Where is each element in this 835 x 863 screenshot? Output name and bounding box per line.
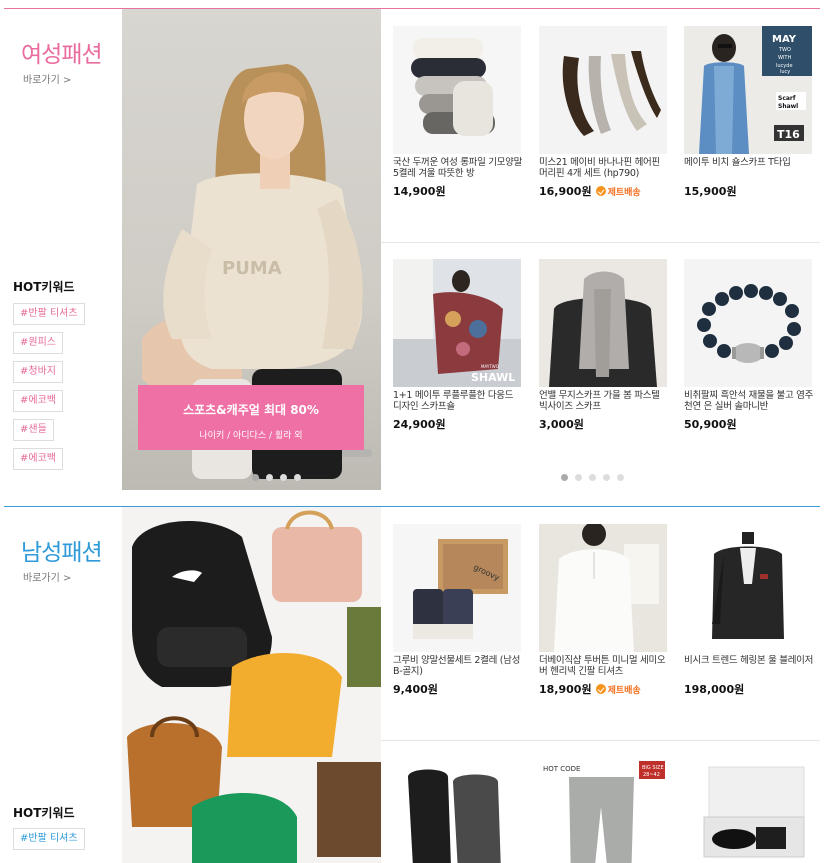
product-price: 16,900원 bbox=[539, 185, 592, 198]
row-divider bbox=[381, 242, 820, 243]
product-price: 24,900원 bbox=[393, 418, 446, 431]
product-price: 3,000원 bbox=[539, 418, 584, 431]
pagination-dot[interactable] bbox=[575, 474, 582, 481]
keyword-tag[interactable]: #원피스 bbox=[13, 332, 63, 354]
product-image bbox=[684, 524, 812, 652]
pagination-dot[interactable] bbox=[280, 474, 287, 481]
svg-text:MAYTWO: MAYTWO bbox=[481, 364, 499, 369]
promo-subtitle: 나이키 / 아디다스 / 휠라 외 bbox=[199, 431, 303, 441]
product-price: 50,900원 bbox=[684, 418, 737, 431]
product-name: 국산 두꺼운 여성 롱파일 기모양말 5켤레 겨울 따뜻한 방 bbox=[393, 157, 523, 179]
keyword-tag[interactable]: #샌들 bbox=[13, 419, 54, 441]
keyword-tag[interactable]: #청바지 bbox=[13, 361, 63, 383]
pagination-dot[interactable] bbox=[266, 474, 273, 481]
women-banner[interactable]: PUMA 스포츠&캐주얼 최대 80% 나이키 / 아디다스 / 휠라 외 bbox=[122, 9, 381, 490]
women-fashion-section: 여성패션 바로가기 > HOT키워드 #반팔 티셔츠 #원피스 #청바지 #에코… bbox=[4, 8, 820, 490]
men-keyword-list: #반팔 티셔츠 bbox=[13, 828, 85, 857]
product-image bbox=[393, 757, 521, 863]
svg-text:WITH: WITH bbox=[778, 55, 791, 61]
keyword-tag[interactable]: #에코백 bbox=[13, 448, 63, 470]
product-card[interactable]: 미스21 메이비 바나나핀 헤어핀 머리핀 4개 세트 (hp790) 16,9… bbox=[539, 26, 669, 199]
men-category-title[interactable]: 남성패션 bbox=[21, 533, 103, 567]
product-image: MAY TWO WITH lucyde lucy Scarf Shawl T16 bbox=[684, 26, 812, 154]
women-go-link[interactable]: 바로가기 > bbox=[23, 71, 71, 86]
men-product-grid: groovy 그루비 양말선물세트 2켤레 (남성B-골지) 9,400원 더베… bbox=[381, 507, 820, 863]
women-product-grid: 국산 두꺼운 여성 롱파일 기모양말 5켤레 겨울 따뜻한 방 14,900원 … bbox=[381, 9, 820, 490]
product-image bbox=[539, 524, 667, 652]
men-category-panel: 남성패션 바로가기 > HOT키워드 #반팔 티셔츠 bbox=[4, 507, 122, 863]
pagination-dot[interactable] bbox=[252, 474, 259, 481]
row-divider bbox=[381, 740, 820, 741]
pagination-dot[interactable] bbox=[589, 474, 596, 481]
product-card[interactable]: 국산 두꺼운 여성 롱파일 기모양말 5켤레 겨울 따뜻한 방 14,900원 bbox=[393, 26, 523, 199]
women-category-panel: 여성패션 바로가기 > HOT키워드 #반팔 티셔츠 #원피스 #청바지 #에코… bbox=[4, 9, 122, 490]
product-name: 비시크 트렌드 헤링본 울 블레이저 bbox=[684, 655, 814, 666]
product-image bbox=[539, 259, 667, 387]
svg-text:MAY: MAY bbox=[772, 34, 797, 45]
men-banner[interactable] bbox=[122, 507, 381, 863]
svg-text:HOT CODE: HOT CODE bbox=[543, 765, 581, 773]
pagination-dot[interactable] bbox=[617, 474, 624, 481]
product-pagination bbox=[561, 474, 624, 481]
pagination-dot[interactable] bbox=[294, 474, 301, 481]
product-name: 메이투 비치 숄스카프 T타입 bbox=[684, 157, 791, 168]
product-image: SHAWL MAYTWO bbox=[393, 259, 521, 387]
svg-text:PUMA: PUMA bbox=[222, 258, 282, 279]
men-hot-keyword-title: HOT키워드 bbox=[13, 806, 75, 820]
product-price: 14,900원 bbox=[393, 185, 446, 198]
jet-delivery-icon bbox=[595, 684, 606, 694]
pagination-dot[interactable] bbox=[561, 474, 568, 481]
product-card[interactable]: 비취팔찌 흑안석 재물을 불고 염주 천연 은 실버 솔마니반 50,900원 bbox=[684, 259, 814, 432]
product-image: HOT CODE BIG SIZE 28~42 bbox=[539, 757, 667, 863]
product-name: 비취팔찌 흑안석 재물을 불고 염주 천연 은 실버 솔마니반 bbox=[684, 390, 814, 412]
svg-text:Scarf: Scarf bbox=[778, 95, 796, 102]
product-image: groovy bbox=[393, 524, 521, 652]
product-price: 15,900원 bbox=[684, 185, 737, 198]
product-image bbox=[393, 26, 521, 154]
men-go-link[interactable]: 바로가기 > bbox=[23, 569, 71, 584]
svg-text:SHAWL: SHAWL bbox=[471, 371, 515, 384]
jet-delivery-badge: 제트배송 bbox=[595, 185, 641, 198]
banner-pagination bbox=[252, 474, 301, 481]
jet-delivery-badge: 제트배송 bbox=[595, 683, 641, 696]
product-card[interactable]: 더베이직샵 투버튼 미니멀 세미오버 헨리넥 긴팔 티셔츠 18,900원 제트… bbox=[539, 524, 669, 697]
svg-text:28~42: 28~42 bbox=[643, 772, 660, 778]
product-card[interactable]: HOT CODE BIG SIZE 28~42 bbox=[539, 757, 669, 863]
banner-bags-image bbox=[127, 510, 381, 863]
product-card[interactable] bbox=[684, 757, 814, 863]
product-name: 그루비 양말선물세트 2켤레 (남성B-골지) bbox=[393, 655, 521, 677]
svg-text:lucy: lucy bbox=[780, 69, 790, 75]
product-card[interactable] bbox=[393, 757, 523, 863]
keyword-tag[interactable]: #반팔 티셔츠 bbox=[13, 303, 85, 325]
pagination-dot[interactable] bbox=[603, 474, 610, 481]
svg-text:BIG SIZE: BIG SIZE bbox=[642, 765, 664, 771]
product-card[interactable]: groovy 그루비 양말선물세트 2켤레 (남성B-골지) 9,400원 bbox=[393, 524, 523, 697]
product-name: 언밸 무지스카프 가을 봄 파스텔 빅사이즈 스카프 bbox=[539, 390, 660, 412]
jet-delivery-icon bbox=[595, 186, 606, 196]
keyword-tag[interactable]: #반팔 티셔츠 bbox=[13, 828, 85, 850]
product-card[interactable]: SHAWL MAYTWO 1+1 메이투 루플루플한 다응드 디자인 스카프숄 … bbox=[393, 259, 523, 432]
svg-text:T16: T16 bbox=[777, 128, 800, 141]
product-card[interactable]: MAY TWO WITH lucyde lucy Scarf Shawl T16… bbox=[684, 26, 814, 199]
product-card[interactable]: 비시크 트렌드 헤링본 울 블레이저 198,000원 bbox=[684, 524, 814, 697]
product-image bbox=[539, 26, 667, 154]
women-hot-keyword-title: HOT키워드 bbox=[13, 280, 75, 294]
svg-text:TWO: TWO bbox=[778, 47, 791, 53]
product-name: 더베이직샵 투버튼 미니멀 세미오버 헨리넥 긴팔 티셔츠 bbox=[539, 655, 666, 677]
women-category-title[interactable]: 여성패션 bbox=[21, 35, 103, 69]
product-price: 198,000원 bbox=[684, 683, 745, 696]
promo-banner-box[interactable]: 스포츠&캐주얼 최대 80% 나이키 / 아디다스 / 휠라 외 bbox=[138, 385, 364, 450]
promo-title: 스포츠&캐주얼 최대 80% bbox=[183, 403, 319, 417]
product-name: 1+1 메이투 루플루플한 다응드 디자인 스카프숄 bbox=[393, 390, 514, 412]
men-fashion-section: 남성패션 바로가기 > HOT키워드 #반팔 티셔츠 groovy 그루비 양말… bbox=[4, 506, 820, 863]
product-price: 9,400원 bbox=[393, 683, 438, 696]
product-image bbox=[684, 259, 812, 387]
product-image bbox=[684, 757, 812, 863]
product-price: 18,900원 bbox=[539, 683, 592, 696]
product-card[interactable]: 언밸 무지스카프 가을 봄 파스텔 빅사이즈 스카프 3,000원 bbox=[539, 259, 669, 432]
product-name: 미스21 메이비 바나나핀 헤어핀 머리핀 4개 세트 (hp790) bbox=[539, 157, 660, 179]
svg-text:Shawl: Shawl bbox=[778, 103, 798, 110]
keyword-tag[interactable]: #에코백 bbox=[13, 390, 63, 412]
women-keyword-list: #반팔 티셔츠 #원피스 #청바지 #에코백 #샌들 #에코백 bbox=[13, 303, 85, 477]
